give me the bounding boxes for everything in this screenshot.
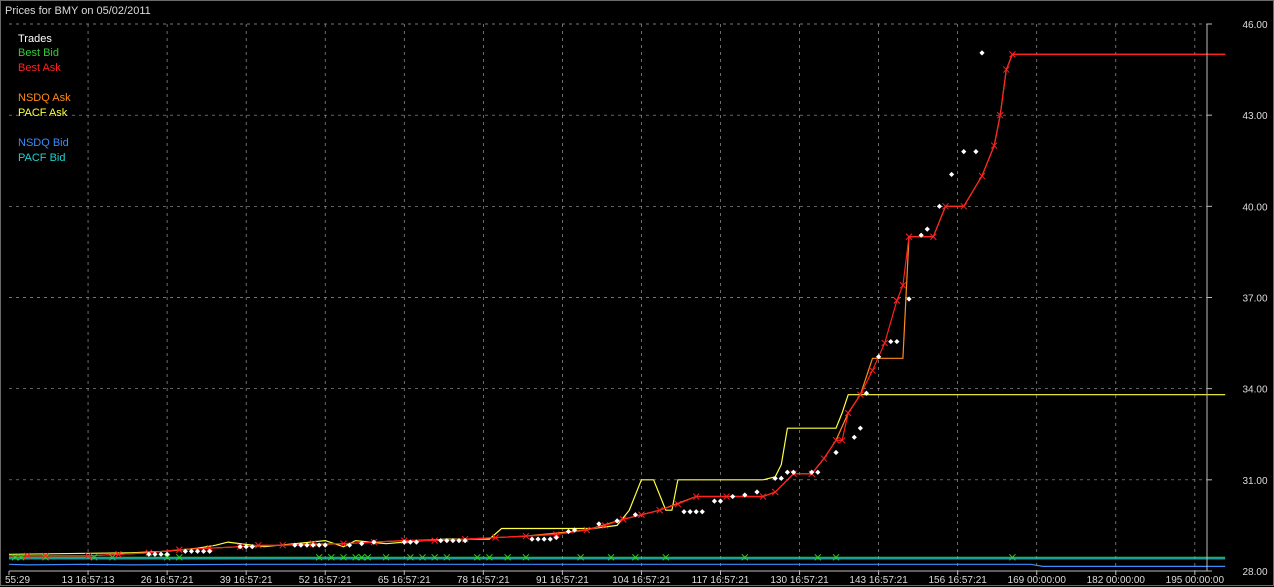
nsdq-ask-line: [9, 53, 1226, 557]
best-ask-marker: [978, 172, 986, 180]
best-ask-line: [9, 53, 1226, 557]
legend-trades: Trades: [18, 33, 52, 45]
chart-title: Prices for BMY on 05/02/2011: [5, 5, 151, 17]
legend-pacf-bid: PACF Bid: [18, 152, 66, 164]
trade-point: [717, 498, 724, 504]
trade-point: [857, 425, 863, 431]
nsdq-bid-line: [8, 563, 1226, 568]
trade-point: [851, 434, 857, 440]
grid-lines: [9, 23, 1207, 571]
chart-window: 46.00 43.00 40.00 37.00 34.00 31.00 28.00 55:2…: [0, 0, 1274, 586]
legend-nsdq-ask: NSDQ Ask: [18, 92, 71, 104]
trade-point: [815, 469, 821, 475]
x-tick-label: 130 16:57:21: [770, 575, 829, 586]
trade-point: [833, 449, 839, 456]
trade-point: [693, 509, 699, 515]
trade-point: [784, 469, 790, 475]
x-tick-label: 156 16:57:21: [928, 575, 987, 586]
x-tick-label: 52 16:57:21: [299, 575, 352, 586]
trade-point: [979, 50, 985, 56]
x-tick-label: 55:29: [5, 575, 30, 586]
best-ask-marker: [771, 488, 779, 496]
trade-point: [948, 171, 955, 178]
x-tick-label: 195 00:00:00: [1166, 575, 1225, 586]
x-axis: 55:29 13 16:57:13 26 16:57:21 39 16:57:21 52…: [5, 570, 1225, 586]
y-axis: 46.00 43.00 40.00 37.00 34.00 31.00 28.00: [1206, 20, 1268, 578]
trade-point: [547, 536, 553, 542]
x-tick-label: 117 16:57:21: [692, 575, 750, 586]
trade-point: [754, 489, 760, 495]
marker-layer: [11, 50, 1016, 561]
y-tick-label: 40.00: [1242, 202, 1267, 213]
y-tick-label: 28.00: [1242, 567, 1267, 578]
trade-point: [973, 149, 979, 155]
legend-best-ask: Best Ask: [18, 62, 61, 74]
trade-point: [936, 203, 943, 209]
pacf-ask-line: [8, 394, 1226, 555]
x-tick-label: 26 16:57:21: [141, 575, 194, 586]
trade-point: [711, 498, 718, 504]
trade-point: [961, 149, 967, 155]
trade-point: [158, 551, 164, 557]
trade-point: [924, 226, 930, 232]
best-ask-marker: [820, 455, 828, 462]
trade-point: [894, 338, 900, 345]
x-tick-label: 104 16:57:21: [612, 575, 671, 586]
y-tick-label: 31.00: [1242, 476, 1267, 487]
x-tick-label: 91 16:57:21: [536, 575, 589, 586]
y-tick-label: 43.00: [1242, 111, 1267, 122]
legend-nsdq-bid: NSDQ Bid: [18, 137, 69, 149]
price-chart: 46.00 43.00 40.00 37.00 34.00 31.00 28.00 55:2…: [5, 20, 1268, 586]
trade-point: [888, 338, 894, 345]
legend-pacf-ask: PACF Ask: [18, 107, 68, 119]
trade-point: [687, 509, 693, 515]
trade-point: [200, 548, 207, 554]
legend-best-bid: Best Bid: [18, 47, 59, 59]
x-tick-label: 169 00:00:00: [1008, 575, 1067, 586]
y-tick-label: 34.00: [1242, 385, 1267, 396]
trade-point: [730, 493, 736, 500]
trade-point: [699, 509, 705, 515]
trade-point: [681, 509, 687, 515]
series-layer: [8, 53, 1226, 568]
y-tick-label: 46.00: [1242, 20, 1267, 31]
best-ask-marker: [869, 367, 876, 374]
trade-point: [541, 536, 547, 542]
trade-point: [529, 536, 535, 542]
x-tick-label: 39 16:57:21: [220, 575, 273, 586]
x-tick-label: 65 16:57:21: [378, 575, 431, 586]
x-tick-label: 143 16:57:21: [849, 575, 908, 586]
x-tick-label: 13 16:57:13: [62, 575, 115, 586]
trade-point: [535, 536, 541, 542]
x-tick-label: 78 16:57:21: [457, 575, 510, 586]
y-tick-label: 37.00: [1242, 294, 1267, 305]
x-tick-label: 182 00:00:00: [1087, 575, 1146, 586]
